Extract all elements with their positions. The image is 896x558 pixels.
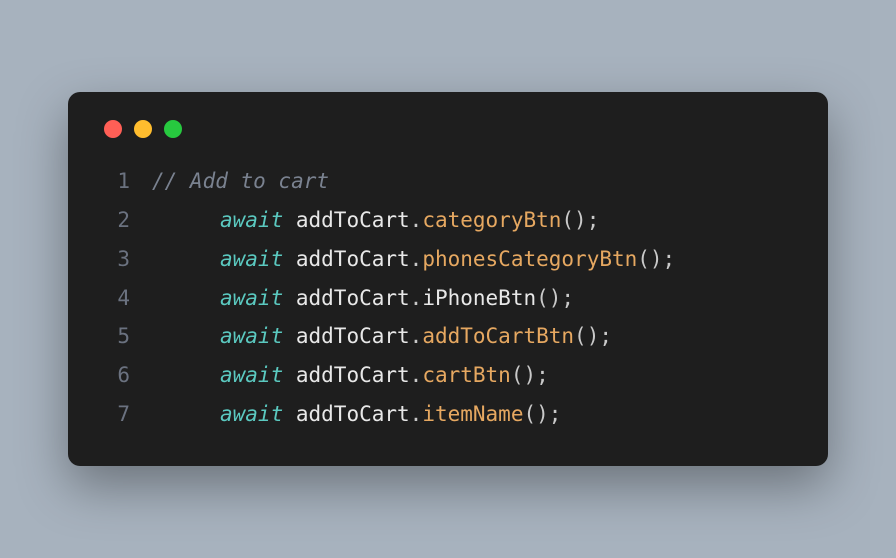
line-number: 2 — [98, 201, 130, 240]
code-line: 6 await addToCart.cartBtn(); — [98, 356, 798, 395]
call-suffix: (); — [574, 324, 612, 348]
line-number: 3 — [98, 240, 130, 279]
dot-operator: . — [410, 363, 423, 387]
code-line: 3 await addToCart.phonesCategoryBtn(); — [98, 240, 798, 279]
line-number: 1 — [98, 162, 130, 201]
minimize-icon[interactable] — [134, 120, 152, 138]
keyword-await: await — [220, 208, 283, 232]
code-object: addToCart — [296, 286, 410, 310]
line-number: 7 — [98, 395, 130, 434]
keyword-await: await — [220, 247, 283, 271]
keyword-await: await — [220, 402, 283, 426]
code-object: addToCart — [296, 363, 410, 387]
code-object: addToCart — [296, 402, 410, 426]
code-method: addToCartBtn — [422, 324, 574, 348]
code-method: iPhoneBtn — [422, 286, 536, 310]
code-line: 1 // Add to cart — [98, 162, 798, 201]
keyword-await: await — [220, 324, 283, 348]
keyword-await: await — [220, 363, 283, 387]
code-method: categoryBtn — [422, 208, 561, 232]
code-block: 1// Add to cart2await addToCart.category… — [98, 162, 798, 434]
call-suffix: (); — [523, 402, 561, 426]
code-content: // Add to cart — [152, 162, 329, 201]
call-suffix: (); — [511, 363, 549, 387]
code-content: await addToCart.iPhoneBtn(); — [152, 279, 574, 318]
code-line: 4 await addToCart.iPhoneBtn(); — [98, 279, 798, 318]
close-icon[interactable] — [104, 120, 122, 138]
code-content: await addToCart.categoryBtn(); — [152, 201, 599, 240]
dot-operator: . — [410, 247, 423, 271]
window-controls — [104, 120, 798, 138]
code-line: 2 await addToCart.categoryBtn(); — [98, 201, 798, 240]
call-suffix: (); — [637, 247, 675, 271]
code-window: 1// Add to cart2await addToCart.category… — [68, 92, 828, 466]
code-content: await addToCart.itemName(); — [152, 395, 561, 434]
code-method: cartBtn — [422, 363, 511, 387]
call-suffix: (); — [561, 208, 599, 232]
dot-operator: . — [410, 324, 423, 348]
code-method: phonesCategoryBtn — [422, 247, 637, 271]
line-number: 5 — [98, 317, 130, 356]
maximize-icon[interactable] — [164, 120, 182, 138]
keyword-await: await — [220, 286, 283, 310]
code-object: addToCart — [296, 247, 410, 271]
code-method: itemName — [422, 402, 523, 426]
dot-operator: . — [410, 208, 423, 232]
code-object: addToCart — [296, 208, 410, 232]
dot-operator: . — [410, 402, 423, 426]
code-line: 7 await addToCart.itemName(); — [98, 395, 798, 434]
call-suffix: (); — [536, 286, 574, 310]
code-line: 5 await addToCart.addToCartBtn(); — [98, 317, 798, 356]
code-content: await addToCart.cartBtn(); — [152, 356, 549, 395]
dot-operator: . — [410, 286, 423, 310]
code-content: await addToCart.phonesCategoryBtn(); — [152, 240, 675, 279]
line-number: 6 — [98, 356, 130, 395]
code-object: addToCart — [296, 324, 410, 348]
line-number: 4 — [98, 279, 130, 318]
code-comment: // Add to cart — [152, 169, 329, 193]
code-content: await addToCart.addToCartBtn(); — [152, 317, 612, 356]
